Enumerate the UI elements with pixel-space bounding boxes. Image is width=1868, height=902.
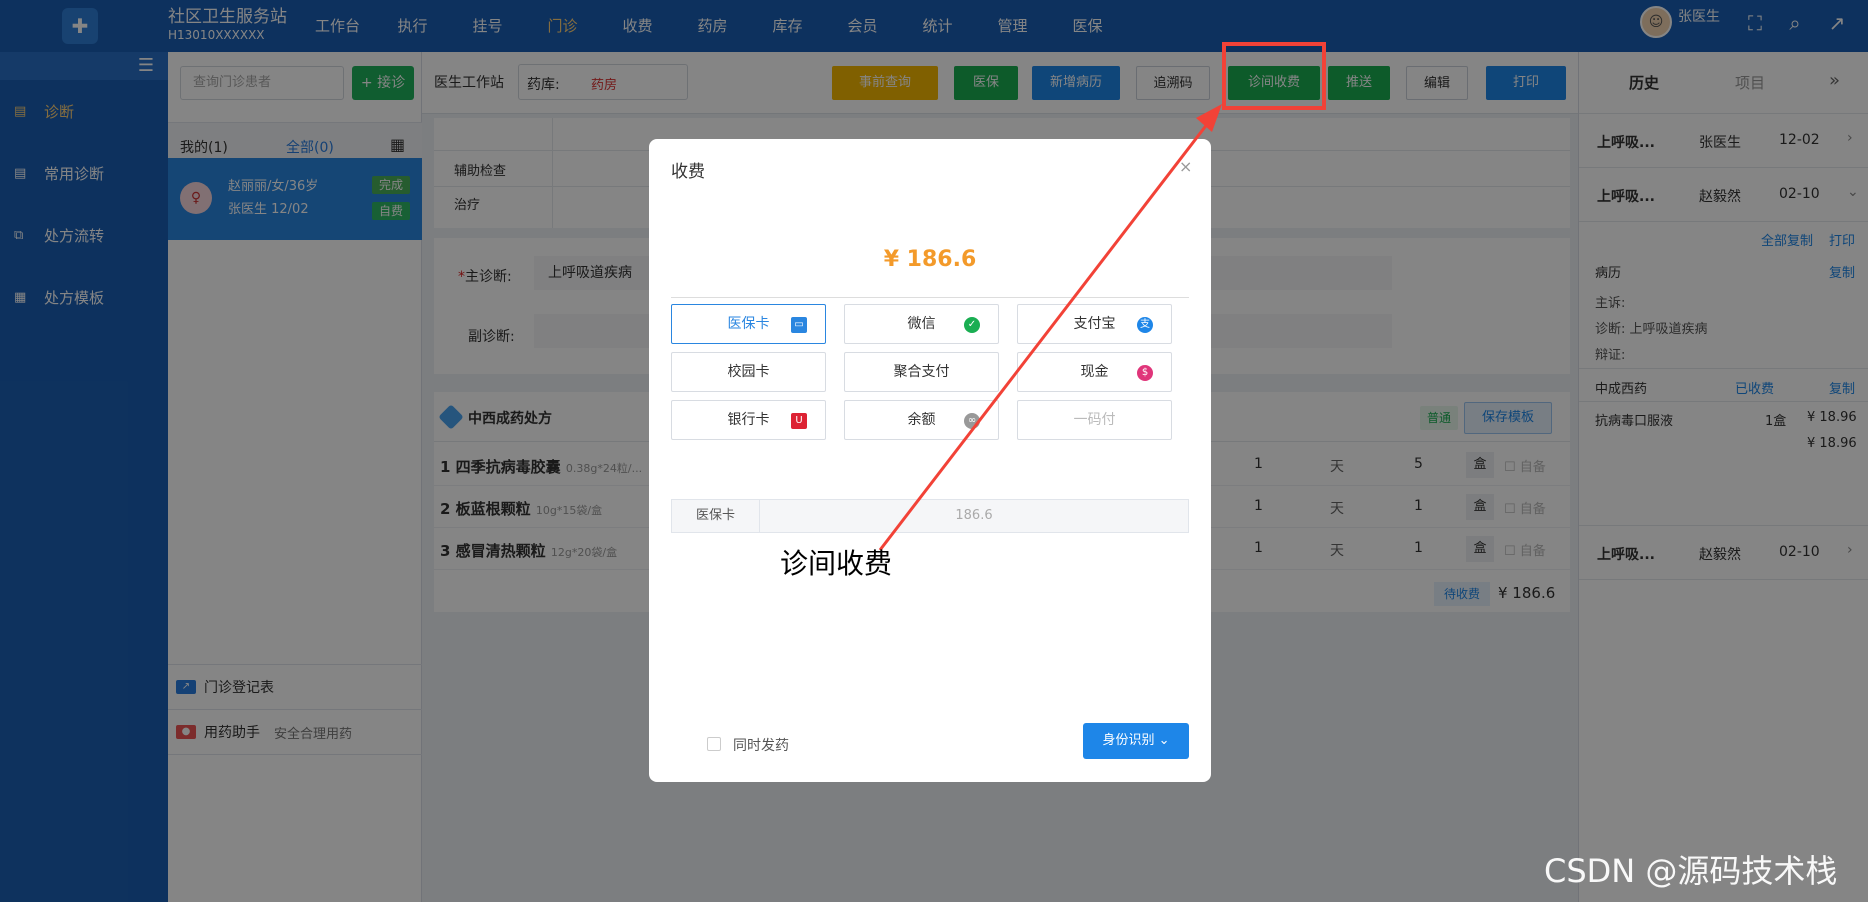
annotation-text: 诊间收费 <box>780 547 893 580</box>
annotation-arrow <box>878 104 1222 551</box>
watermark: CSDN @源码技术栈 <box>1544 852 1838 890</box>
